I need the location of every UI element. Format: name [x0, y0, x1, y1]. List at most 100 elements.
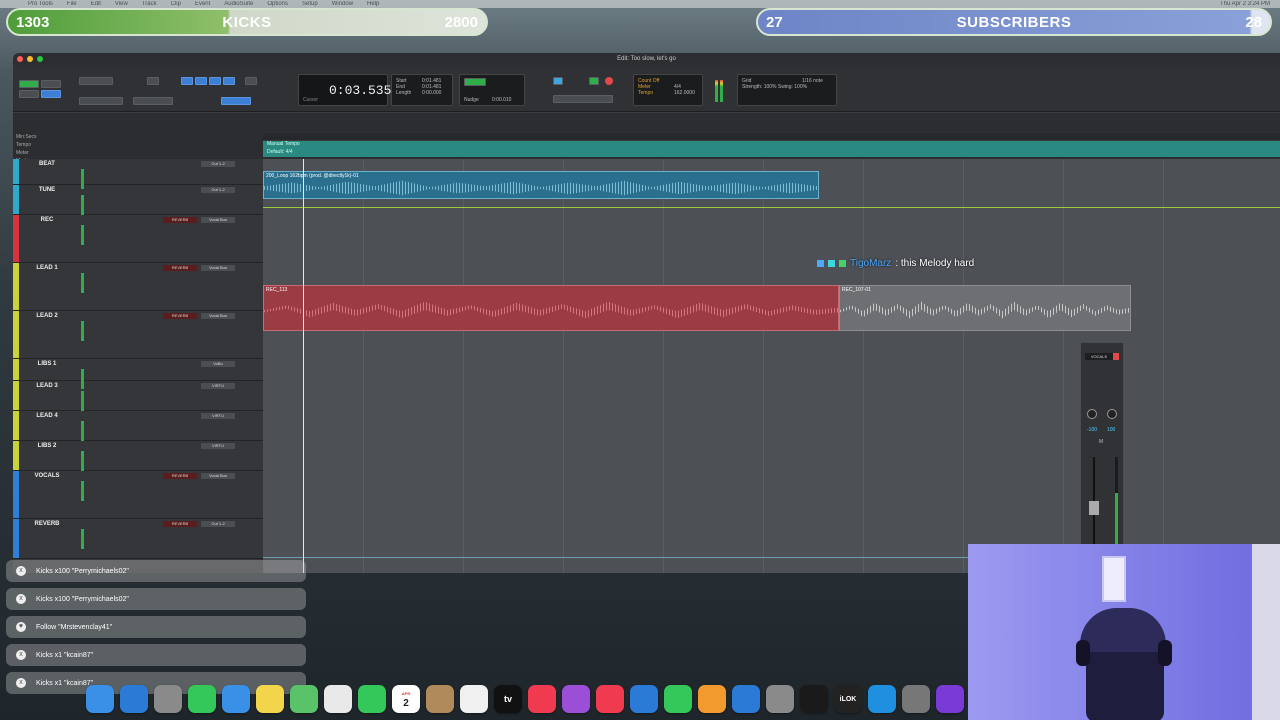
send-slot[interactable]: REVERB [163, 265, 197, 271]
track-strip[interactable]: VOCALS REVERB Vocal Bus [13, 471, 263, 519]
track-strip[interactable]: LEAD 2 REVERB Vocal Bus [13, 311, 263, 359]
output-selector[interactable]: Out 1-2 [201, 161, 235, 167]
messages-icon[interactable] [188, 685, 216, 713]
output-selector[interactable]: VIRTU [201, 443, 235, 449]
volume-fader-cap[interactable] [1089, 501, 1099, 515]
grid-settings-panel[interactable]: Grid Strength: 100% Swing: 100% 1/16 note [737, 74, 837, 106]
zoom-preset-buttons[interactable] [79, 97, 123, 105]
pro-tools-icon[interactable] [936, 685, 964, 713]
zoomer-tool-button[interactable] [147, 77, 159, 85]
zoom-buttons[interactable] [79, 77, 113, 85]
selector-tool-button[interactable] [195, 77, 207, 85]
tab-to-transient-button[interactable] [221, 97, 251, 105]
output-selector[interactable]: VIRTU [201, 413, 235, 419]
settings-gear-app-icon[interactable] [902, 685, 930, 713]
music-icon[interactable] [528, 685, 556, 713]
track-strip[interactable]: REVERB REVERB Out 1-2 [13, 519, 263, 559]
track-name[interactable]: LEAD 3 [23, 383, 71, 389]
menu-item[interactable]: Event [195, 0, 210, 8]
facetime-icon[interactable] [358, 685, 386, 713]
finder-icon[interactable] [86, 685, 114, 713]
menu-item[interactable]: Help [367, 0, 379, 8]
menu-item[interactable]: Pro Tools [28, 0, 53, 8]
menu-item[interactable]: Edit [91, 0, 101, 8]
output-selector[interactable]: Vocal Bus [201, 265, 235, 271]
reminders-icon[interactable] [460, 685, 488, 713]
maps-icon[interactable] [290, 685, 318, 713]
circle-app-icon[interactable] [868, 685, 896, 713]
minimize-window-button[interactable] [27, 56, 33, 62]
grabber-tool-button[interactable] [209, 77, 221, 85]
tv-icon[interactable]: tv [494, 685, 522, 713]
menu-item[interactable]: View [115, 0, 128, 8]
numbers-icon[interactable] [664, 685, 692, 713]
output-selector[interactable]: VoBu [201, 361, 235, 367]
send-slot[interactable]: REVERB [163, 473, 197, 479]
mail-icon[interactable] [222, 685, 250, 713]
send-slot[interactable]: REVERB [163, 217, 197, 223]
track-strip[interactable]: LIBS 2 VIRTU [13, 441, 263, 471]
scrubber-tool-button[interactable] [223, 77, 235, 85]
output-selector[interactable]: Vocal Bus [201, 473, 235, 479]
selection-panel[interactable]: Start End Length 0:01.481 0:01.481 0:00.000 [391, 74, 453, 106]
track-name[interactable]: LEAD 1 [23, 265, 71, 271]
menu-item[interactable]: Track [142, 0, 157, 8]
spot-mode-button[interactable] [41, 80, 61, 88]
track-name[interactable]: LEAD 4 [23, 413, 71, 419]
slip-mode-button[interactable] [19, 90, 39, 98]
safari-icon[interactable] [120, 685, 148, 713]
track-name[interactable]: REVERB [23, 521, 71, 527]
output-selector[interactable]: Vocal Bus [201, 313, 235, 319]
send-slot[interactable]: REVERB [163, 521, 197, 527]
grid-mode-button[interactable] [41, 90, 61, 98]
menu-item[interactable]: Options [267, 0, 288, 8]
track-strip[interactable]: TUNE Out 1-2 [13, 185, 263, 215]
beat-audio-clip[interactable]: 200_Loop 162bpm (prod. @directly1k)-01 [263, 171, 819, 199]
track-strip[interactable]: LIBS 1 VoBu [13, 359, 263, 389]
track-strip[interactable]: LEAD 1 REVERB Vocal Bus [13, 263, 263, 311]
menu-item[interactable]: Setup [302, 0, 318, 8]
photos-icon[interactable] [324, 685, 352, 713]
record-button[interactable] [605, 77, 613, 85]
zoom-window-button[interactable] [37, 56, 43, 62]
rec-audio-clip[interactable]: REC_107-01 [839, 285, 1131, 331]
app-store-icon[interactable] [732, 685, 760, 713]
output-selector[interactable]: VIRTU [201, 383, 235, 389]
pages-icon[interactable] [698, 685, 726, 713]
podcasts-icon[interactable] [562, 685, 590, 713]
menu-item[interactable]: AudioSuite [224, 0, 253, 8]
track-name[interactable]: LEAD 2 [23, 313, 71, 319]
output-selector[interactable]: Out 1-2 [201, 521, 235, 527]
menu-item[interactable]: Clip [171, 0, 181, 8]
track-name[interactable]: LIBS 1 [23, 361, 71, 367]
menu-item[interactable]: Window [332, 0, 353, 8]
min-secs-ruler[interactable] [263, 133, 1280, 141]
output-selector[interactable]: Vocal Bus [201, 217, 235, 223]
ilok-icon[interactable]: iLOK [834, 685, 862, 713]
pencil-tool-button[interactable] [245, 77, 257, 85]
close-window-button[interactable] [17, 56, 23, 62]
edit-playlist-area[interactable]: 200_Loop 162bpm (prod. @directly1k)-01 R… [263, 159, 1280, 573]
loop-playback-button[interactable] [553, 77, 563, 85]
output-selector[interactable]: Out 1-2 [201, 187, 235, 193]
shuffle-mode-button[interactable] [19, 80, 39, 88]
tempo-ruler[interactable]: Manual Tempo Default: 4/4 [263, 141, 1280, 157]
track-strip[interactable]: LEAD 4 VIRTU [13, 411, 263, 441]
track-name[interactable]: REC [23, 217, 71, 223]
grid-nudge-panel[interactable]: Nudge 0:00.010 [459, 74, 525, 106]
fader-mute-button[interactable]: M [1099, 439, 1103, 445]
menu-item[interactable]: File [67, 0, 77, 8]
guitar-pro-icon[interactable] [800, 685, 828, 713]
send-pan-knob[interactable] [1107, 409, 1117, 419]
send-level-knob[interactable] [1087, 409, 1097, 419]
keynote-icon[interactable] [630, 685, 658, 713]
transport-buttons[interactable] [553, 95, 613, 103]
track-name[interactable]: TUNE [23, 187, 71, 193]
vocals-fader-window[interactable]: VOCALS -100 100 M [1080, 342, 1124, 550]
launchpad-icon[interactable] [154, 685, 182, 713]
track-name[interactable]: VOCALS [23, 473, 71, 479]
news-icon[interactable] [596, 685, 624, 713]
track-strip[interactable]: LEAD 3 VIRTU [13, 381, 263, 411]
track-name[interactable]: LIBS 2 [23, 443, 71, 449]
play-button[interactable] [589, 77, 599, 85]
